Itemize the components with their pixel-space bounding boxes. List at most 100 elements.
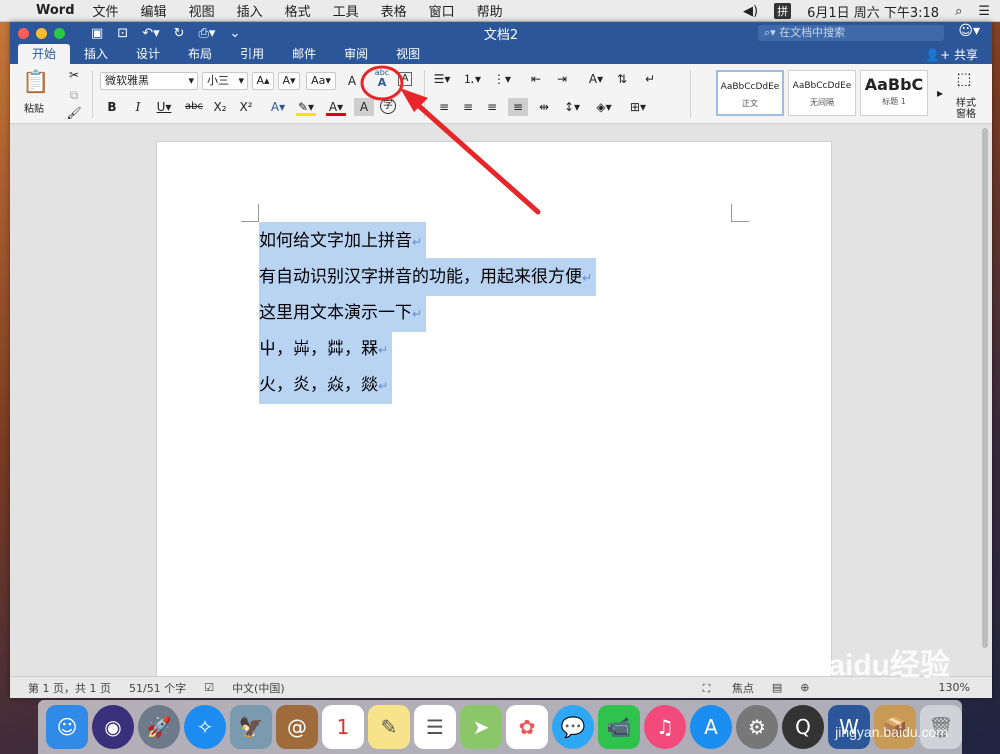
document-paragraph[interactable]: 屮，芔，茻，槑↵ (259, 330, 393, 368)
menu-window[interactable]: 窗口 (429, 1, 455, 20)
share-button[interactable]: 👤+ 共享 (925, 46, 978, 63)
bullets-icon[interactable]: ☰▾ (432, 70, 452, 88)
highlight-color-button[interactable]: ✎▾ (296, 98, 316, 116)
copy-icon[interactable]: ⧉ (64, 86, 84, 104)
volume-icon[interactable]: ◀) (743, 4, 758, 19)
system-preferences-icon[interactable]: ⚙ (736, 705, 778, 749)
contacts-icon[interactable]: @ (276, 705, 318, 749)
document-paragraph[interactable]: 如何给文字加上拼音↵ (259, 222, 427, 260)
paste-label[interactable]: 粘贴 (24, 100, 44, 115)
page-count[interactable]: 第 1 页，共 1 页 (28, 680, 111, 696)
style-heading-1[interactable]: AaBbC 标题 1 (860, 70, 928, 116)
sidebar-toggle-icon[interactable]: ▣ (91, 26, 103, 41)
paste-icon[interactable]: 📋 (22, 70, 49, 96)
save-icon[interactable]: ⊡ (117, 26, 128, 41)
menu-insert[interactable]: 插入 (237, 1, 263, 20)
shading-icon[interactable]: ◈▾ (594, 98, 614, 116)
tab-view[interactable]: 视图 (382, 44, 434, 64)
tab-design[interactable]: 设计 (122, 44, 174, 64)
align-left-icon[interactable]: ≡ (434, 98, 454, 116)
font-size-select[interactable]: 小三 ▾ (202, 72, 248, 90)
increase-indent-icon[interactable]: ⇥ (552, 70, 572, 88)
font-color-button[interactable]: A▾ (326, 98, 346, 116)
finder-icon[interactable]: ☺ (46, 705, 88, 749)
menu-tools[interactable]: 工具 (333, 1, 359, 20)
itunes-icon[interactable]: ♫ (644, 705, 686, 749)
character-border-icon[interactable]: A (398, 72, 412, 86)
menu-edit[interactable]: 编辑 (141, 1, 167, 20)
sort-icon[interactable]: ⇅ (612, 70, 632, 88)
shrink-font-button[interactable]: A▾ (278, 72, 300, 90)
align-center-icon[interactable]: ≡ (458, 98, 478, 116)
notification-center-icon[interactable]: ☰ (978, 4, 990, 19)
decrease-indent-icon[interactable]: ⇤ (526, 70, 546, 88)
document-page[interactable]: 如何给文字加上拼音↵ 有自动识别汉字拼音的功能，用起来很方便↵ 这里用文本演示一… (156, 141, 832, 681)
grow-font-button[interactable]: A▴ (252, 72, 274, 90)
styles-pane-button[interactable]: 样式 窗格 (952, 98, 980, 120)
text-effects-button[interactable]: A▾ (268, 98, 288, 116)
tab-home[interactable]: 开始 (18, 44, 71, 64)
tab-review[interactable]: 审阅 (330, 44, 382, 64)
tab-mailings[interactable]: 邮件 (278, 44, 330, 64)
font-name-select[interactable]: 微软雅黑 ▾ (100, 72, 198, 90)
print-layout-view-icon[interactable]: ▤ (772, 681, 782, 694)
justify-icon[interactable]: ≡ (508, 98, 528, 116)
phonetic-guide-button[interactable]: abc A (368, 68, 396, 92)
clear-formatting-icon[interactable]: A (342, 72, 362, 90)
maps-icon[interactable]: ➤ (460, 705, 502, 749)
facetime-icon[interactable]: 📹 (598, 705, 640, 749)
calendar-icon[interactable]: 1 (322, 705, 364, 749)
align-right-icon[interactable]: ≡ (482, 98, 502, 116)
menu-format[interactable]: 格式 (285, 1, 311, 20)
menu-clock[interactable]: 6月1日 周六 下午3:18 (807, 2, 939, 21)
photo-app-icon[interactable]: 🦅 (230, 705, 272, 749)
proofing-icon[interactable]: ☑ (204, 681, 214, 694)
input-method-badge[interactable]: 拼 (774, 3, 792, 19)
strikethrough-button[interactable]: abc (184, 98, 204, 116)
document-paragraph[interactable]: 有自动识别汉字拼音的功能，用起来很方便↵ (259, 258, 597, 296)
distributed-icon[interactable]: ⇹ (534, 98, 554, 116)
borders-icon[interactable]: ⊞▾ (628, 98, 648, 116)
superscript-button[interactable]: X² (236, 98, 256, 116)
redo-icon[interactable]: ↻ (174, 26, 185, 41)
menu-help[interactable]: 帮助 (477, 1, 503, 20)
app-menu-word[interactable]: Word (36, 3, 75, 18)
asian-layout-icon[interactable]: A▾ (586, 70, 606, 88)
document-search-input[interactable]: ⌕▾ 在文档中搜索 (758, 25, 944, 41)
document-paragraph[interactable]: 火，炎，焱，燚↵ (259, 366, 393, 404)
messages-icon[interactable]: 💬 (552, 705, 594, 749)
word-count[interactable]: 51/51 个字 (129, 680, 186, 696)
siri-icon[interactable]: ◉ (92, 705, 134, 749)
change-case-button[interactable]: Aa▾ (306, 72, 336, 90)
italic-button[interactable]: I (128, 98, 148, 116)
safari-icon[interactable]: ✧ (184, 705, 226, 749)
subscript-button[interactable]: X₂ (210, 98, 230, 116)
focus-mode-button[interactable]: ⛶ 焦点 (685, 680, 754, 696)
bold-button[interactable]: B (102, 98, 122, 116)
photos-icon[interactable]: ✿ (506, 705, 548, 749)
menu-file[interactable]: 文件 (93, 1, 119, 20)
menu-view[interactable]: 视图 (189, 1, 215, 20)
styles-pane-icon[interactable]: ⬚ (954, 70, 974, 88)
notes-icon[interactable]: ✎ (368, 705, 410, 749)
underline-button[interactable]: U▾ (154, 98, 174, 116)
style-normal[interactable]: AaBbCcDdEe 正文 (716, 70, 784, 116)
menu-table[interactable]: 表格 (381, 1, 407, 20)
close-window-button[interactable] (18, 27, 29, 39)
quicktime-icon[interactable]: Q (782, 705, 824, 749)
tab-references[interactable]: 引用 (226, 44, 278, 64)
vertical-scrollbar[interactable] (982, 128, 988, 648)
reminders-icon[interactable]: ☰ (414, 705, 456, 749)
spotlight-search-icon[interactable]: ⌕ (955, 4, 962, 19)
tab-insert[interactable]: 插入 (70, 44, 122, 64)
cut-icon[interactable]: ✂ (64, 66, 84, 84)
character-shading-button[interactable]: A (354, 98, 374, 116)
minimize-window-button[interactable] (36, 27, 47, 39)
numbering-icon[interactable]: ⒈▾ (462, 70, 482, 88)
launchpad-icon[interactable]: 🚀 (138, 705, 180, 749)
tab-layout[interactable]: 布局 (174, 44, 226, 64)
zoom-window-button[interactable] (54, 27, 65, 39)
document-paragraph[interactable]: 这里用文本演示一下↵ (259, 294, 427, 332)
format-painter-icon[interactable]: 🖌 (64, 104, 84, 122)
styles-more-icon[interactable]: ▸ (930, 84, 950, 102)
